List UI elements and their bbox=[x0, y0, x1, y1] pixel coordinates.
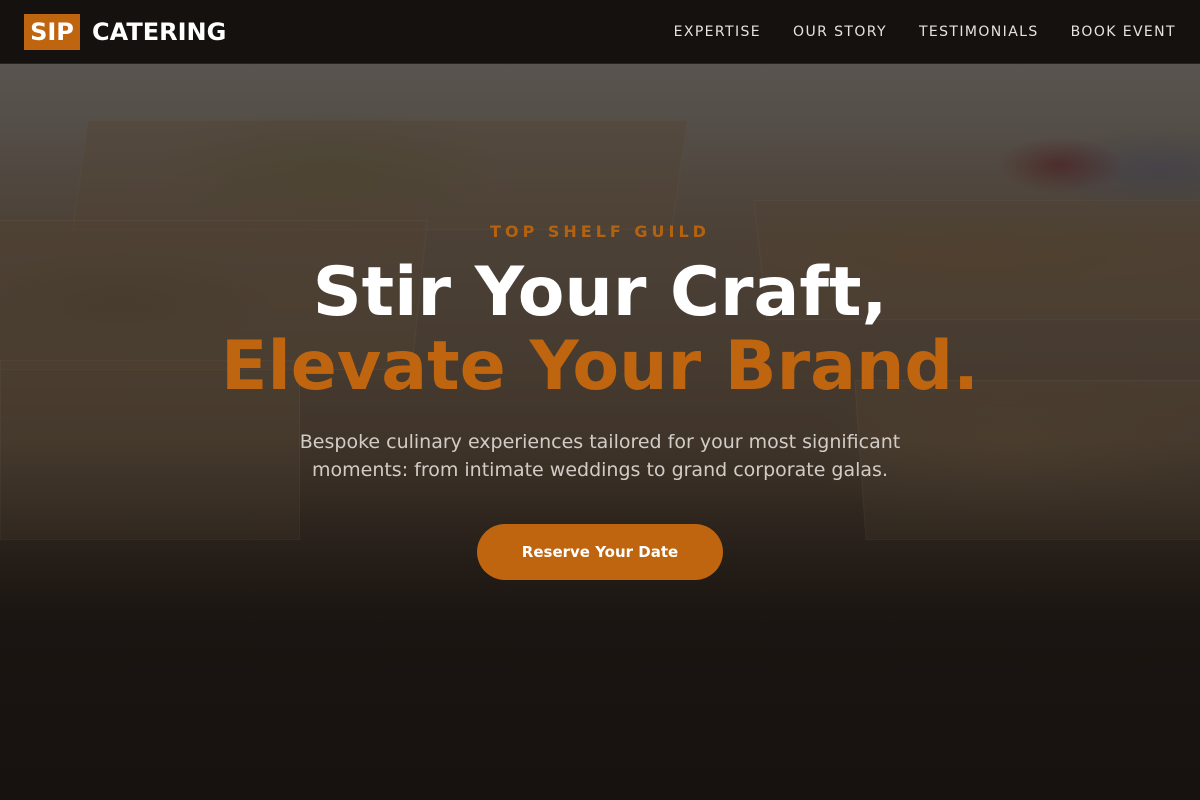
hero-headline: Stir Your Craft, Elevate Your Brand. bbox=[0, 256, 1200, 404]
hero-subtitle: Bespoke culinary experiences tailored fo… bbox=[299, 431, 901, 481]
logo-badge: SIP bbox=[24, 13, 80, 50]
hero-headline-line1: Stir Your Craft, bbox=[312, 253, 888, 332]
reserve-date-button[interactable]: Reserve Your Date bbox=[477, 524, 723, 580]
nav-link-testimonials[interactable]: TESTIMONIALS bbox=[919, 24, 1039, 40]
logo-text: CATERING bbox=[92, 17, 227, 46]
nav-link-book-event[interactable]: BOOK EVENT bbox=[1071, 24, 1176, 40]
main-nav: EXPERTISE OUR STORY TESTIMONIALS BOOK EV… bbox=[642, 24, 1176, 40]
logo[interactable]: SIP CATERING bbox=[24, 13, 227, 50]
hero-headline-line2: Elevate Your Brand. bbox=[221, 327, 979, 406]
hero-eyebrow: TOP SHELF GUILD bbox=[490, 222, 710, 241]
nav-link-our-story[interactable]: OUR STORY bbox=[793, 24, 887, 40]
site-header: SIP CATERING EXPERTISE OUR STORY TESTIMO… bbox=[0, 0, 1200, 64]
hero-section: TOP SHELF GUILD Stir Your Craft, Elevate… bbox=[0, 0, 1200, 800]
nav-link-expertise[interactable]: EXPERTISE bbox=[674, 24, 761, 40]
